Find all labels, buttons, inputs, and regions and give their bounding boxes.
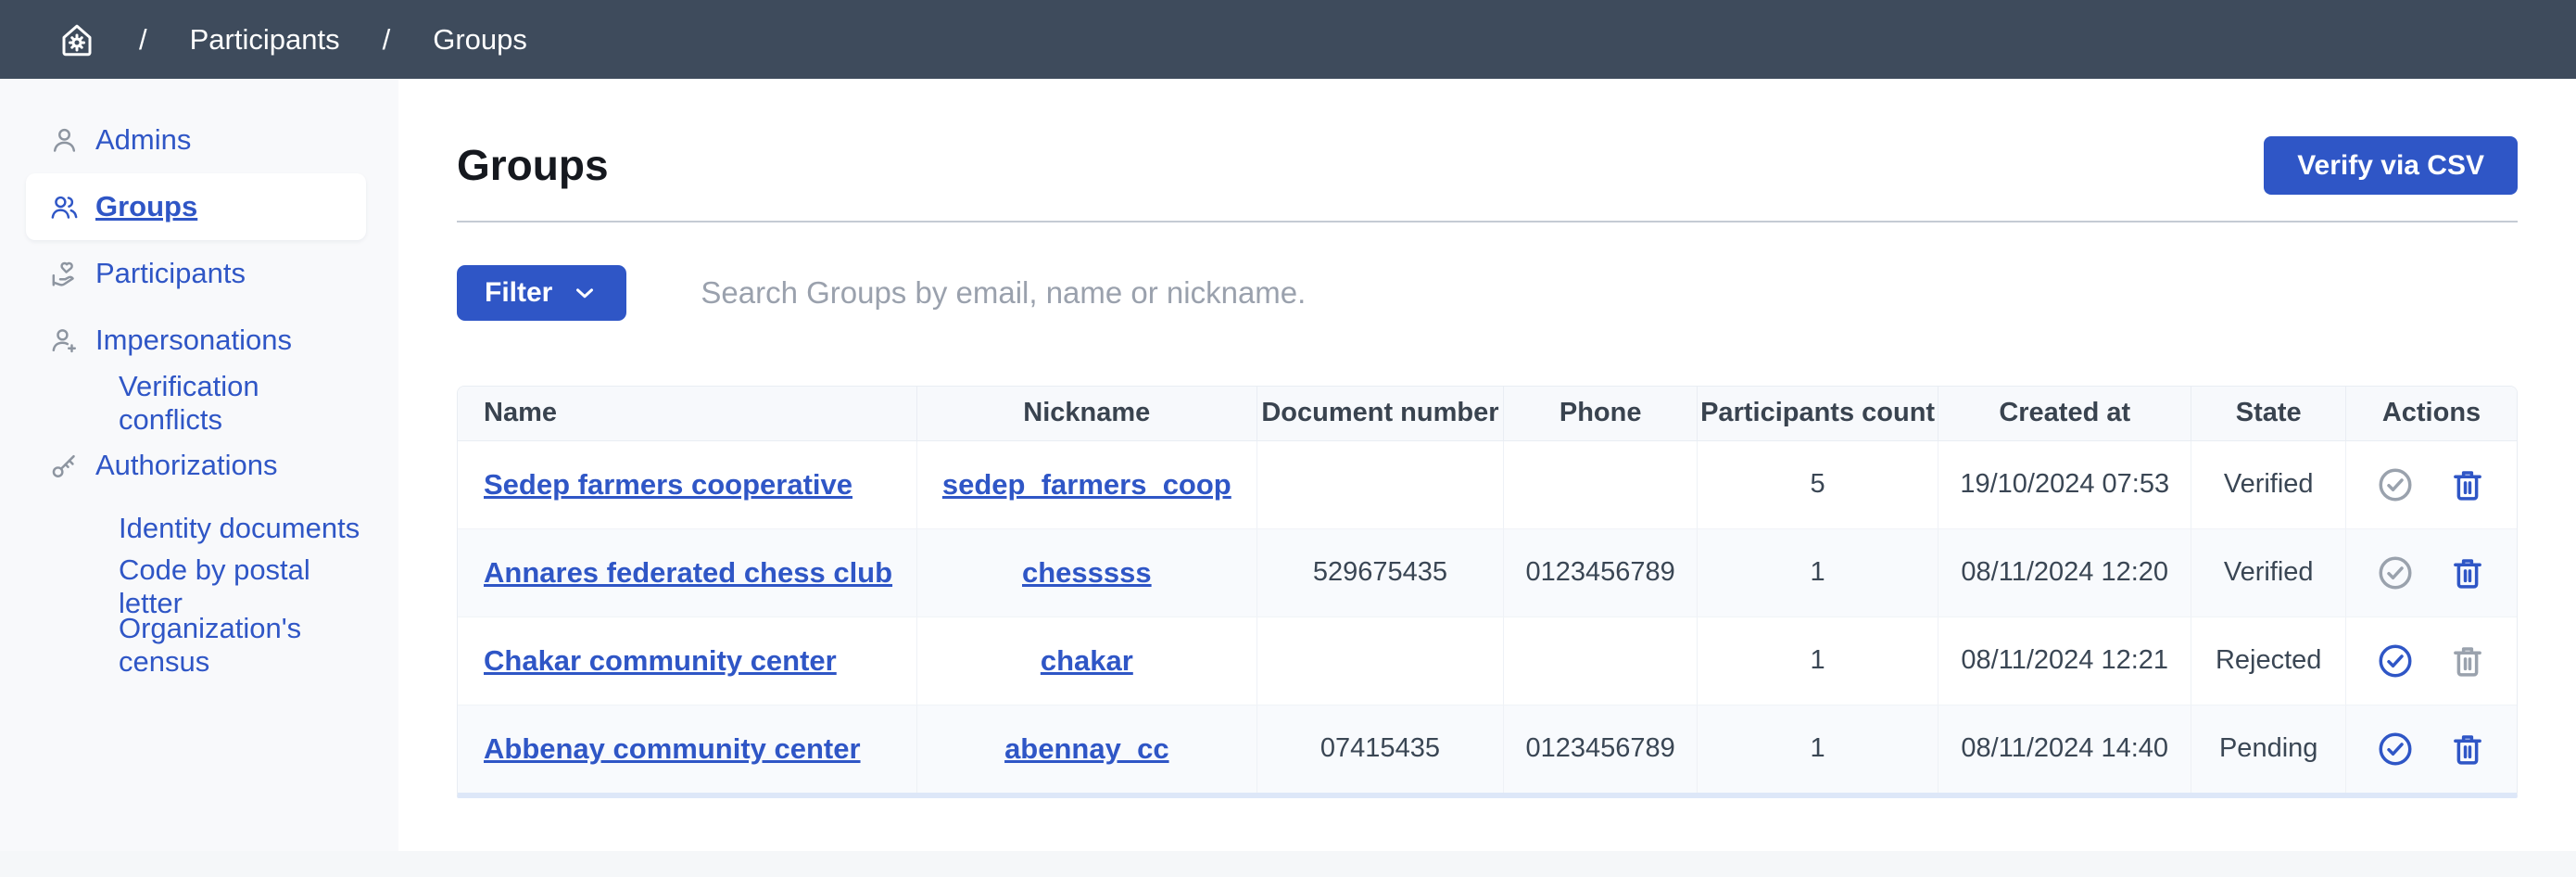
sidebar-item-code-by-postal-letter[interactable]: Code by postal letter	[26, 557, 366, 616]
group-name-link[interactable]: Annares federated chess club	[484, 556, 892, 589]
col-header-actions: Actions	[2346, 387, 2517, 440]
sidebar-item-label: Impersonations	[95, 324, 292, 357]
table-row: Sedep farmers cooperative sedep_farmers_…	[458, 440, 2517, 528]
sidebar-item-groups[interactable]: Groups	[26, 173, 366, 240]
sidebar-item-admins[interactable]: Admins	[26, 107, 366, 173]
delete-icon[interactable]	[2448, 465, 2487, 504]
search-input[interactable]	[699, 274, 2501, 311]
table-header-row: Name Nickname Document number Phone Part…	[458, 387, 2517, 440]
document-number-cell: 07415435	[1256, 705, 1504, 793]
participants-count-cell: 1	[1698, 705, 1938, 793]
sidebar-item-label: Identity documents	[119, 512, 360, 545]
participants-count-cell: 5	[1698, 440, 1938, 528]
sidebar: Admins Groups Participant	[0, 79, 398, 851]
state-cell: Pending	[2191, 705, 2346, 793]
hand-heart-icon	[49, 259, 80, 289]
delete-icon[interactable]	[2448, 642, 2487, 680]
col-header-created-at: Created at	[1938, 387, 2191, 440]
group-nickname-link[interactable]: chakar	[1041, 644, 1133, 677]
delete-icon[interactable]	[2448, 553, 2487, 592]
verify-icon[interactable]	[2376, 642, 2415, 680]
groups-table: Name Nickname Document number Phone Part…	[457, 386, 2518, 798]
verify-icon[interactable]	[2376, 730, 2415, 769]
state-cell: Verified	[2191, 440, 2346, 528]
sidebar-item-label: Authorizations	[95, 449, 277, 482]
sidebar-item-organizations-census[interactable]: Organization's census	[26, 616, 366, 674]
created-at-cell: 19/10/2024 07:53	[1938, 440, 2191, 528]
verify-icon[interactable]	[2376, 465, 2415, 504]
sidebar-item-impersonations[interactable]: Impersonations	[26, 307, 366, 374]
table-row: Annares federated chess club chesssss 52…	[458, 528, 2517, 616]
created-at-cell: 08/11/2024 12:20	[1938, 528, 2191, 616]
created-at-cell: 08/11/2024 14:40	[1938, 705, 2191, 793]
breadcrumb-separator: /	[139, 23, 147, 57]
sidebar-item-label: Participants	[95, 257, 246, 290]
verify-via-csv-button[interactable]: Verify via CSV	[2264, 136, 2518, 195]
delete-icon[interactable]	[2448, 730, 2487, 769]
state-cell: Rejected	[2191, 616, 2346, 705]
group-nickname-link[interactable]: chesssss	[1022, 556, 1152, 589]
main-content: Groups Verify via CSV Filter	[398, 79, 2576, 851]
sidebar-item-verification-conflicts[interactable]: Verification conflicts	[26, 374, 366, 432]
breadcrumb-separator: /	[383, 23, 391, 57]
key-icon	[49, 451, 80, 481]
participants-count-cell: 1	[1698, 528, 1938, 616]
col-header-document-number: Document number	[1256, 387, 1504, 440]
group-name-link[interactable]: Chakar community center	[484, 644, 837, 677]
sidebar-item-label: Groups	[95, 190, 197, 223]
sidebar-item-label: Admins	[95, 123, 191, 157]
breadcrumb: / Participants / Groups	[0, 0, 2576, 79]
home-gear-icon[interactable]	[57, 20, 96, 59]
document-number-cell: 529675435	[1256, 528, 1504, 616]
phone-cell: 0123456789	[1504, 705, 1698, 793]
col-header-phone: Phone	[1504, 387, 1698, 440]
phone-cell	[1504, 616, 1698, 705]
col-header-participants-count: Participants count	[1698, 387, 1938, 440]
filter-button[interactable]: Filter	[457, 265, 626, 321]
group-nickname-link[interactable]: sedep_farmers_coop	[942, 468, 1231, 501]
document-number-cell	[1256, 616, 1504, 705]
header-divider	[457, 221, 2518, 222]
col-header-state: State	[2191, 387, 2346, 440]
breadcrumb-participants[interactable]: Participants	[190, 23, 340, 57]
sidebar-item-label: Organization's census	[119, 612, 366, 679]
group-name-link[interactable]: Sedep farmers cooperative	[484, 468, 852, 501]
group-nickname-link[interactable]: abennay_cc	[1004, 732, 1169, 765]
table-row: Abbenay community center abennay_cc 0741…	[458, 705, 2517, 793]
filter-button-label: Filter	[485, 277, 552, 309]
created-at-cell: 08/11/2024 12:21	[1938, 616, 2191, 705]
col-header-name: Name	[458, 387, 917, 440]
sidebar-item-label: Verification conflicts	[119, 370, 366, 437]
state-cell: Verified	[2191, 528, 2346, 616]
chevron-down-icon	[571, 279, 599, 307]
user-add-icon	[49, 325, 80, 356]
group-icon	[49, 192, 80, 222]
group-name-link[interactable]: Abbenay community center	[484, 732, 861, 765]
participants-count-cell: 1	[1698, 616, 1938, 705]
sidebar-item-participants[interactable]: Participants	[26, 240, 366, 307]
page-title: Groups	[457, 142, 609, 189]
breadcrumb-groups[interactable]: Groups	[433, 23, 527, 57]
col-header-nickname: Nickname	[917, 387, 1257, 440]
sidebar-item-authorizations[interactable]: Authorizations	[26, 432, 366, 499]
phone-cell: 0123456789	[1504, 528, 1698, 616]
verify-icon[interactable]	[2376, 553, 2415, 592]
phone-cell	[1504, 440, 1698, 528]
table-row: Chakar community center chakar 1 08/11/2…	[458, 616, 2517, 705]
sidebar-item-label: Code by postal letter	[119, 553, 366, 620]
page-background-band	[0, 851, 2576, 877]
user-icon	[49, 125, 80, 156]
sidebar-item-identity-documents[interactable]: Identity documents	[26, 499, 366, 557]
document-number-cell	[1256, 440, 1504, 528]
